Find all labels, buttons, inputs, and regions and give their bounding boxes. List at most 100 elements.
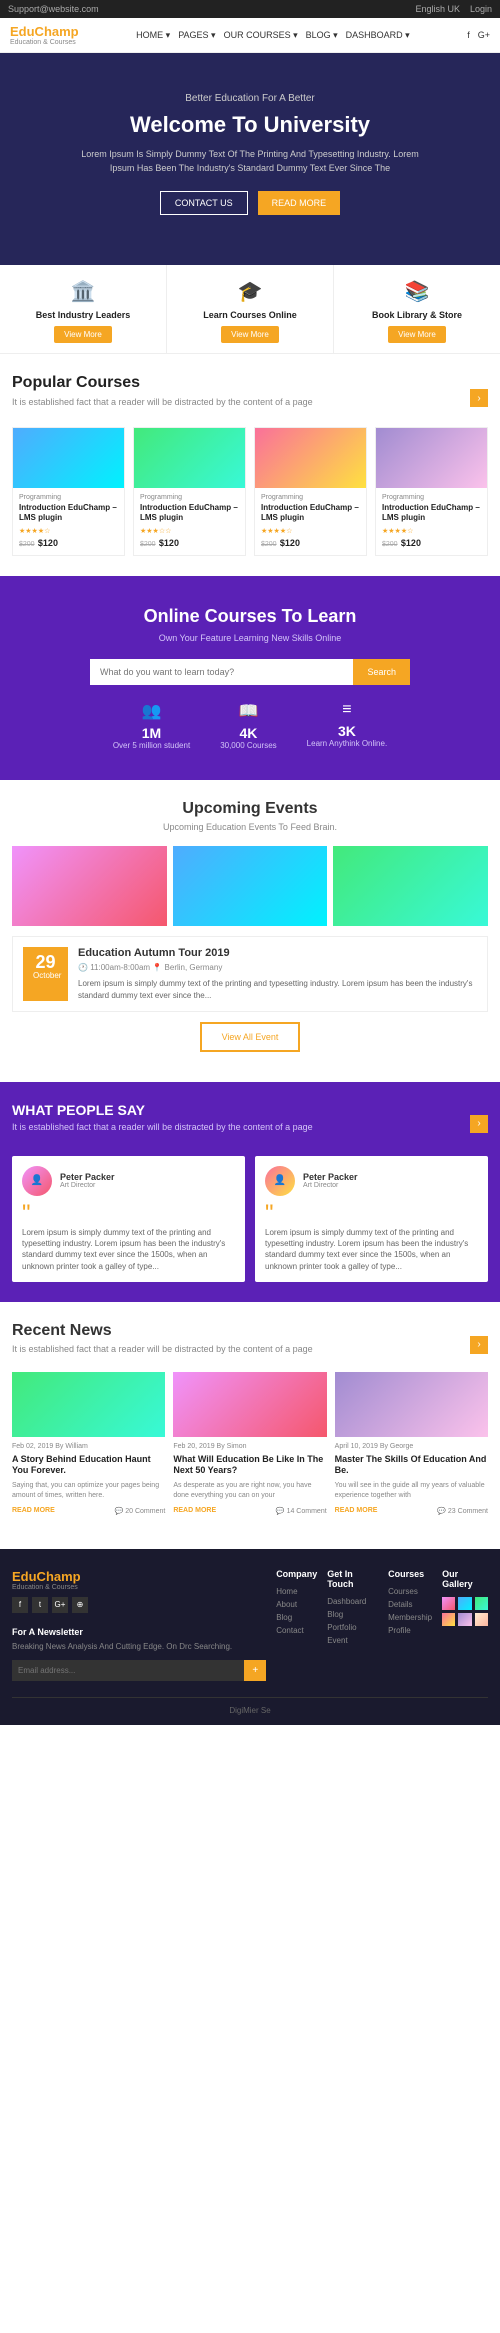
- news-card: Feb 20, 2019 By Simon What Will Educatio…: [173, 1372, 326, 1515]
- newsletter-label: For A Newsletter: [12, 1627, 266, 1637]
- footer: EduChamp Education & Courses f t G+ ⊕ Fo…: [0, 1549, 500, 1725]
- course-image: [13, 428, 124, 488]
- touch-link[interactable]: Dashboard: [327, 1597, 378, 1606]
- nav-dashboard[interactable]: DASHBOARD ▾: [346, 30, 410, 41]
- course-link[interactable]: Details: [388, 1600, 432, 1609]
- news-section-title: Recent News: [12, 1322, 313, 1340]
- facebook-icon[interactable]: f: [467, 30, 470, 40]
- company-link[interactable]: Home: [276, 1587, 317, 1596]
- copyright-text: DigiMier Se: [229, 1706, 270, 1715]
- courses-section-sub: It is established fact that a reader wil…: [12, 396, 313, 409]
- news-image: [12, 1372, 165, 1437]
- search-input[interactable]: [90, 659, 353, 685]
- read-more-link[interactable]: READ MORE: [173, 1507, 216, 1515]
- footer-courses: Courses Courses Details Membership Profi…: [388, 1569, 432, 1681]
- testimonials-title: WHAT PEOPLE SAY: [12, 1102, 313, 1118]
- events-title: Upcoming Events: [12, 800, 488, 818]
- testimonials-next-arrow[interactable]: ›: [470, 1115, 488, 1133]
- gallery-thumb[interactable]: [458, 1597, 471, 1610]
- course-link[interactable]: Courses: [388, 1587, 432, 1596]
- course-price: $120: [401, 538, 421, 548]
- events-section: Upcoming Events Upcoming Education Event…: [0, 780, 500, 1081]
- leaders-icon: 🏛️: [6, 279, 160, 304]
- footer-newsletter: EduChamp Education & Courses f t G+ ⊕ Fo…: [12, 1569, 266, 1681]
- nav-right: f G+: [467, 30, 490, 40]
- gallery-grid: [442, 1597, 488, 1627]
- course-stars: ★★★★☆: [261, 527, 360, 535]
- courses-count-icon: 📖: [220, 701, 276, 721]
- touch-link[interactable]: Portfolio: [327, 1623, 378, 1632]
- testimonial-avatar: 👤: [22, 1166, 52, 1196]
- course-image: [376, 428, 487, 488]
- news-author: By George: [380, 1443, 413, 1450]
- view-all-events-button[interactable]: View All Event: [200, 1022, 301, 1052]
- top-bar: Support@website.com English UK Login: [0, 0, 500, 18]
- course-old-price: $200: [140, 541, 156, 548]
- login-link[interactable]: Login: [470, 4, 492, 14]
- newsletter-input[interactable]: [12, 1660, 244, 1681]
- nav-courses[interactable]: OUR COURSES ▾: [224, 30, 298, 41]
- nav-blog[interactable]: BLOG ▾: [306, 30, 338, 41]
- newsletter-submit[interactable]: +: [244, 1660, 266, 1681]
- news-date: Feb 20, 2019: [173, 1443, 214, 1450]
- leaders-btn[interactable]: View More: [54, 326, 112, 343]
- gallery-thumb[interactable]: [458, 1613, 471, 1626]
- contact-button[interactable]: CONTACT US: [160, 191, 248, 215]
- testimonials-section: WHAT PEOPLE SAY It is established fact t…: [0, 1082, 500, 1302]
- gallery-thumb[interactable]: [442, 1597, 455, 1610]
- gallery-thumb[interactable]: [442, 1613, 455, 1626]
- read-more-button[interactable]: READ MORE: [258, 191, 341, 215]
- touch-link[interactable]: Blog: [327, 1610, 378, 1619]
- course-link[interactable]: Profile: [388, 1626, 432, 1635]
- footer-company: Company Home About Blog Contact: [276, 1569, 317, 1681]
- course-category: Programming: [140, 494, 239, 501]
- language-selector[interactable]: English UK: [415, 4, 460, 14]
- course-image: [134, 428, 245, 488]
- news-card: Feb 02, 2019 By William A Story Behind E…: [12, 1372, 165, 1515]
- gallery-thumb[interactable]: [475, 1597, 488, 1610]
- news-next-arrow[interactable]: ›: [470, 1336, 488, 1354]
- news-date: April 10, 2019: [335, 1443, 378, 1450]
- company-link[interactable]: Blog: [276, 1613, 317, 1622]
- twitter-social-icon[interactable]: t: [32, 1597, 48, 1613]
- news-image: [335, 1372, 488, 1437]
- footer-bottom: DigiMier Se: [12, 1697, 488, 1715]
- events-subtitle: Upcoming Education Events To Feed Brain.: [12, 822, 488, 832]
- googleplus-social-icon[interactable]: G+: [52, 1597, 68, 1613]
- courses-next-arrow[interactable]: ›: [470, 389, 488, 407]
- touch-link[interactable]: Event: [327, 1636, 378, 1645]
- read-more-link[interactable]: READ MORE: [335, 1507, 378, 1515]
- course-stars: ★★★★☆: [382, 527, 481, 535]
- nav-home[interactable]: HOME ▾: [136, 30, 170, 41]
- online-number: 3K: [307, 723, 388, 739]
- comment-icon: 💬: [115, 1508, 124, 1515]
- company-link[interactable]: Contact: [276, 1626, 317, 1635]
- courses-btn[interactable]: View More: [221, 326, 279, 343]
- course-category: Programming: [19, 494, 118, 501]
- facebook-social-icon[interactable]: f: [12, 1597, 28, 1613]
- news-excerpt: Saying that, you can optimize your pages…: [12, 1481, 165, 1501]
- search-button[interactable]: Search: [353, 659, 410, 685]
- hero-buttons: CONTACT US READ MORE: [20, 191, 480, 215]
- google-icon[interactable]: G+: [478, 30, 490, 40]
- nav-pages[interactable]: PAGES ▾: [178, 30, 215, 41]
- online-label: Learn Anythink Online.: [307, 739, 388, 748]
- email-link[interactable]: Support@website.com: [8, 4, 99, 14]
- company-link[interactable]: About: [276, 1600, 317, 1609]
- course-name: Introduction EduChamp – LMS plugin: [140, 503, 239, 524]
- course-price: $120: [159, 538, 179, 548]
- event-month: October: [33, 971, 58, 980]
- event-description: Lorem ipsum is simply dummy text of the …: [78, 978, 477, 1000]
- news-title: A Story Behind Education Haunt You Forev…: [12, 1454, 165, 1477]
- read-more-link[interactable]: READ MORE: [12, 1507, 55, 1515]
- course-old-price: $200: [19, 541, 35, 548]
- rss-social-icon[interactable]: ⊕: [72, 1597, 88, 1613]
- events-images: [12, 846, 488, 926]
- courses-section-title: Popular Courses: [12, 374, 313, 392]
- logo[interactable]: EduChamp: [10, 24, 79, 39]
- course-link[interactable]: Membership: [388, 1613, 432, 1622]
- library-btn[interactable]: View More: [388, 326, 446, 343]
- gallery-thumb[interactable]: [475, 1613, 488, 1626]
- event-image-1: [12, 846, 167, 926]
- gallery-title: Our Gallery: [442, 1569, 488, 1589]
